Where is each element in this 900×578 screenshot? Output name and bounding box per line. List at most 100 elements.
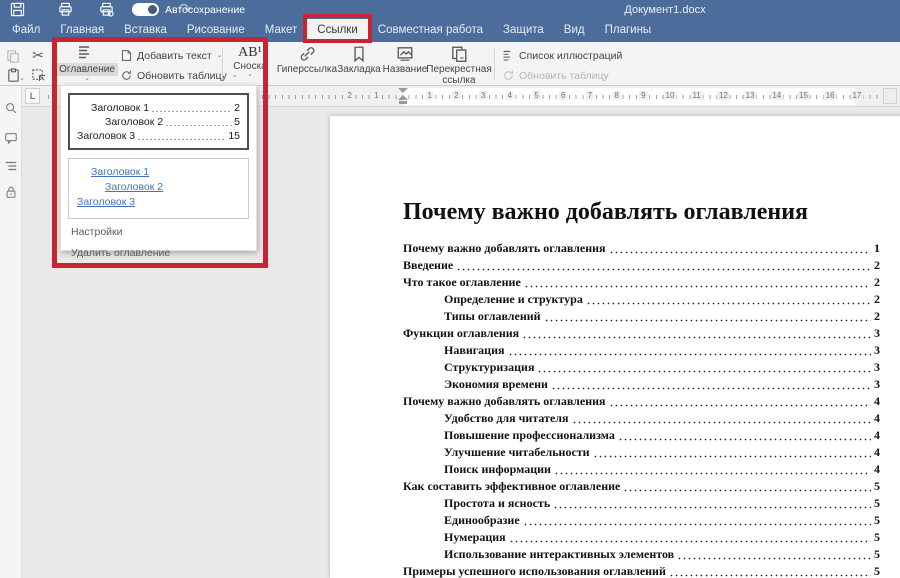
select-icon[interactable] — [29, 66, 47, 84]
toc-entry[interactable]: Примеры успешного использования оглавлен… — [403, 562, 880, 578]
ribbon-tab[interactable]: Рисование — [177, 19, 255, 42]
print-icon[interactable] — [56, 2, 74, 17]
ruler-number: 13 — [744, 91, 757, 100]
toc-entry[interactable]: Нумерация 5 — [403, 528, 880, 545]
table-of-contents-button[interactable]: Оглавление ⌄ — [60, 44, 114, 82]
first-line-indent-marker[interactable] — [398, 88, 408, 93]
ribbon-tab[interactable]: Главная — [50, 19, 114, 42]
toc-entry-page: 5 — [874, 479, 880, 494]
refresh-figures-table-label: Обновить таблицу — [519, 70, 609, 82]
save-icon[interactable] — [8, 2, 26, 17]
toc-entry[interactable]: Поиск информации 4 — [403, 460, 880, 477]
toc-dot-leader — [586, 295, 871, 307]
tab-label: Рисование — [187, 24, 245, 36]
ruler-number: 14 — [770, 91, 783, 100]
toc-caret-icon: ⌄ — [84, 76, 90, 82]
refresh-figures-table-button[interactable]: Обновить таблицу — [502, 69, 622, 82]
ruler-number: 1 — [425, 91, 433, 100]
refresh-icon — [120, 69, 133, 82]
quick-access-toolbar: ↶ ↷ Автосохранение Документ1.docx — [0, 0, 900, 19]
ribbon-tab[interactable]: Защита — [493, 19, 554, 42]
ribbon-tab[interactable]: Файл — [2, 19, 50, 42]
bookmark-button[interactable]: Закладка — [336, 45, 382, 75]
ribbon-tab[interactable]: Макет — [255, 19, 308, 42]
toc-entry-text: Введение — [403, 258, 453, 273]
toc-entry-text: Навигация — [444, 343, 505, 358]
document-page[interactable]: Почему важно добавлять оглавления Почему… — [330, 116, 900, 578]
comments-icon[interactable] — [3, 130, 19, 146]
paste-dropdown-caret[interactable]: ⌄ — [18, 70, 26, 88]
toc-entry[interactable]: Структуризация 3 — [403, 358, 880, 375]
toc-entry[interactable]: Функции оглавления 3 — [403, 324, 880, 341]
copy-icon[interactable] — [4, 47, 22, 65]
search-icon[interactable] — [3, 100, 19, 116]
cross-reference-icon — [450, 45, 468, 63]
toc-entry[interactable]: Как составить эффективное оглавление 5 — [403, 477, 880, 494]
toc-entry[interactable]: Экономия времени 3 — [403, 375, 880, 392]
toc-entry[interactable]: Определение и структура 2 — [403, 290, 880, 307]
ribbon-tab[interactable]: Вставка — [114, 19, 177, 42]
toc-entry-text: Определение и структура — [444, 292, 583, 307]
hyperlink-button[interactable]: Гиперссылка — [278, 45, 336, 75]
ribbon-tab[interactable]: Вид — [554, 19, 595, 42]
toc-dot-leader — [523, 516, 871, 528]
cut-icon[interactable]: ✂ — [29, 46, 47, 64]
toc-entry[interactable]: Единообразие 5 — [403, 511, 880, 528]
page-content: Почему важно добавлять оглавления Почему… — [330, 116, 900, 578]
protection-lock-icon[interactable] — [3, 184, 19, 200]
hyperlink-icon — [298, 45, 316, 63]
ruler-end-box[interactable] — [883, 88, 897, 104]
toc-style-links-option[interactable]: Заголовок 1 Заголовок 2 Заголовок 3 — [68, 158, 249, 219]
toc-dot-leader — [551, 380, 871, 392]
toc-entry-page: 2 — [874, 275, 880, 290]
toc-entry[interactable]: Удобство для читателя 4 — [403, 409, 880, 426]
tab-stop-selector[interactable]: L — [25, 88, 40, 104]
toc-entry[interactable]: Почему важно добавлять оглавления 4 — [403, 392, 880, 409]
toc-remove-item[interactable]: Удалить оглавление — [68, 240, 249, 261]
ruler-number: 2 — [345, 91, 353, 100]
caption-button[interactable]: Название — [382, 45, 428, 75]
ruler-number: 10 — [664, 91, 677, 100]
ribbon-tab[interactable]: Ссылки — [307, 19, 368, 42]
ruler-number: 9 — [639, 91, 647, 100]
toc-entry[interactable]: Почему важно добавлять оглавления 1 — [403, 239, 880, 256]
toc-entry-text: Нумерация — [444, 530, 506, 545]
caption-icon — [396, 45, 414, 63]
toc-dot-leader — [524, 278, 871, 290]
toc-entry[interactable]: Использование интерактивных элементов 5 — [403, 545, 880, 562]
toc-preview-leader — [165, 119, 232, 128]
toc-entry-page: 5 — [874, 564, 880, 578]
toc-dot-leader — [537, 363, 871, 375]
toc-entry[interactable]: Типы оглавлений 2 — [403, 307, 880, 324]
cross-reference-button[interactable]: Перекрестная ссылка — [428, 45, 490, 86]
toc-dot-leader — [669, 567, 871, 578]
footnote-button[interactable]: АВ¹ Сноска ⌄ — [228, 45, 272, 78]
autosave-toggle[interactable] — [132, 3, 159, 16]
cross-reference-label-1: Перекрестная — [426, 64, 491, 75]
toc-preview-label: Заголовок 1 — [91, 102, 149, 114]
toc-entry-page: 4 — [874, 445, 880, 460]
toc-entry[interactable]: Введение 2 — [403, 256, 880, 273]
ruler-number: 3 — [479, 91, 487, 100]
toc-entry[interactable]: Повышение профессионализма 4 — [403, 426, 880, 443]
toc-entry[interactable]: Что такое оглавление 2 — [403, 273, 880, 290]
table-of-figures-button[interactable]: Список иллюстраций — [502, 49, 622, 62]
ribbon-tab[interactable]: Совместная работа — [368, 19, 493, 42]
toc-style-classic-option[interactable]: Заголовок 1 2 Заголовок 2 5 Заголовок 3 … — [68, 93, 249, 150]
left-indent-marker[interactable] — [399, 101, 407, 104]
ribbon-tab[interactable]: Плагины — [595, 19, 662, 42]
toc-dot-leader — [572, 414, 872, 426]
toc-entry-text: Как составить эффективное оглавление — [403, 479, 620, 494]
toc-settings-item[interactable]: Настройки — [68, 219, 249, 240]
refresh-table-button[interactable]: Обновить таблицу ⌄ — [120, 69, 238, 82]
toc-entry[interactable]: Простота и ясность 5 — [403, 494, 880, 511]
ruler-number: 7 — [586, 91, 594, 100]
quick-print-icon[interactable] — [97, 2, 115, 17]
toc-entry-page: 2 — [874, 292, 880, 307]
hanging-indent-marker[interactable] — [398, 95, 408, 100]
toc-entry[interactable]: Улучшение читабельности 4 — [403, 443, 880, 460]
toc-entry[interactable]: Навигация 3 — [403, 341, 880, 358]
navigation-headings-icon[interactable] — [3, 158, 19, 174]
toc-preview-page: 15 — [228, 130, 240, 142]
add-text-button[interactable]: Добавить текст ⌄ — [120, 49, 238, 62]
